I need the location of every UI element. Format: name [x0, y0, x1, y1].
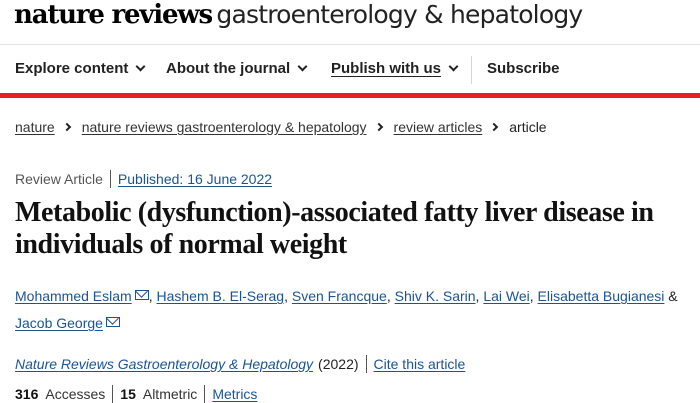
divider [204, 385, 206, 403]
nav-about-the-journal-label: About the journal [166, 60, 291, 77]
chevron-right-icon [62, 122, 71, 132]
breadcrumb: nature nature reviews gastroenterology &… [15, 119, 547, 135]
author-link[interactable]: Sven Francque [292, 288, 387, 304]
author-link[interactable]: Hashem B. El-Serag [156, 288, 284, 304]
brand-name: nature reviews [14, 0, 213, 30]
metrics-link[interactable]: Metrics [212, 386, 257, 402]
nav-publish-with-us[interactable]: Publish with us [331, 60, 459, 77]
main-navigation: Explore content About the journal Publis… [0, 44, 700, 93]
journal-link[interactable]: Nature Reviews Gastroenterology & Hepato… [15, 356, 313, 372]
cite-this-article-link[interactable]: Cite this article [374, 356, 466, 372]
nav-subscribe-label: Subscribe [487, 60, 560, 77]
breadcrumb-journal[interactable]: nature reviews gastroenterology & hepato… [82, 119, 367, 135]
article-type: Review Article [15, 171, 103, 187]
article-title: Metabolic (dysfunction)-associated fatty… [15, 197, 654, 260]
divider [365, 355, 367, 373]
author-link[interactable]: Mohammed Eslam [15, 288, 132, 304]
author-list: Mohammed Eslam, Hashem B. El-Serag, Sven… [15, 288, 678, 331]
author-link[interactable]: Lai Wei [483, 288, 529, 304]
breadcrumb-review-articles[interactable]: review articles [394, 119, 483, 135]
envelope-icon[interactable] [105, 317, 120, 327]
author-link[interactable]: Elisabetta Bugianesi [538, 288, 665, 304]
author-link[interactable]: Jacob George [15, 315, 103, 331]
author-link[interactable]: Shiv K. Sarin [395, 288, 476, 304]
breadcrumb-current: article [509, 119, 547, 135]
citation-line: Nature Reviews Gastroenterology & Hepato… [15, 355, 465, 373]
envelope-icon[interactable] [134, 290, 149, 300]
article-meta: Review Article Published: 16 June 2022 [15, 170, 272, 188]
masthead-logo[interactable]: nature reviews gastroenterology & hepato… [14, 0, 583, 40]
nav-explore-content-label: Explore content [15, 60, 129, 77]
publication-year: (2022) [318, 356, 359, 372]
chevron-down-icon [135, 61, 146, 72]
nav-explore-content[interactable]: Explore content [15, 60, 146, 77]
nav-publish-with-us-label: Publish with us [331, 60, 442, 77]
divider [109, 170, 111, 188]
chevron-down-icon [297, 61, 308, 72]
nav-subscribe[interactable]: Subscribe [487, 60, 560, 77]
accent-rule [0, 93, 700, 98]
chevron-down-icon [448, 61, 459, 72]
nav-divider [471, 56, 472, 84]
altmetric-count: 15 [120, 386, 136, 402]
article-metrics: 316 Accesses 15 Altmetric Metrics [15, 385, 257, 403]
published-date-link[interactable]: Published: 16 June 2022 [118, 171, 272, 187]
divider [112, 385, 114, 403]
breadcrumb-nature[interactable]: nature [15, 119, 55, 135]
chevron-right-icon [490, 122, 499, 132]
accesses-count: 316 [15, 386, 39, 402]
chevron-right-icon [374, 122, 383, 132]
journal-name: gastroenterology & hepatology [216, 0, 583, 29]
nav-about-the-journal[interactable]: About the journal [166, 60, 308, 77]
altmetric-label: Altmetric [142, 386, 198, 402]
accesses-label: Accesses [45, 386, 106, 402]
